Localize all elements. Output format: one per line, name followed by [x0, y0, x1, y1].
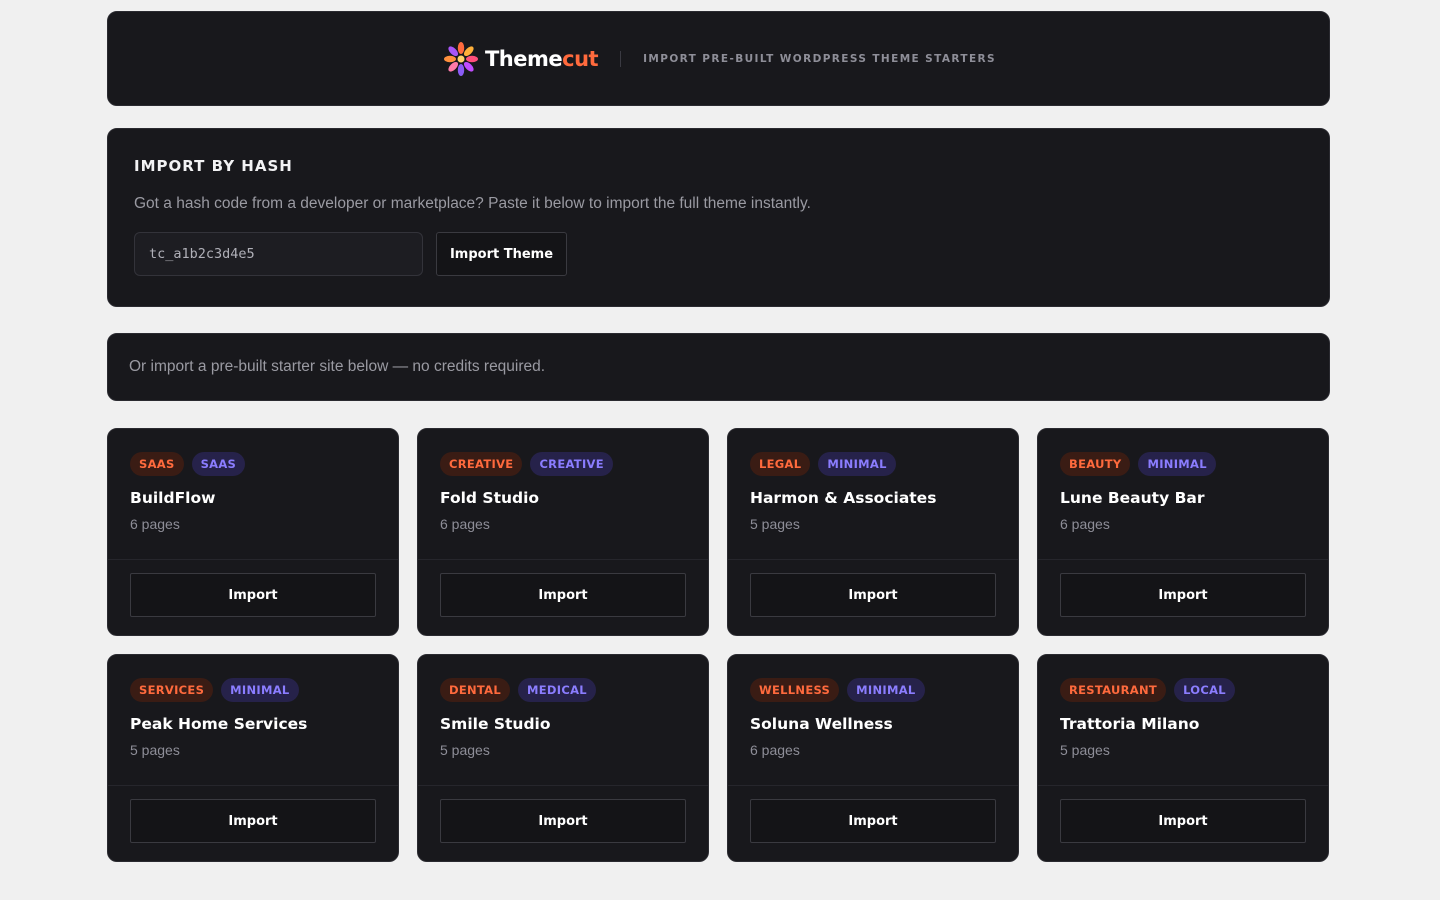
import-starter-button[interactable]: Import	[130, 573, 376, 617]
starter-notice: Or import a pre-built starter site below…	[107, 333, 1330, 401]
style-tag: MINIMAL	[847, 678, 925, 702]
category-tag: CREATIVE	[440, 452, 523, 476]
category-tag: DENTAL	[440, 678, 511, 702]
starter-card: SERVICES MINIMAL Peak Home Services 5 pages…	[107, 654, 399, 862]
style-tag: SAAS	[191, 452, 246, 476]
category-tag: BEAUTY	[1060, 452, 1131, 476]
starter-title: Lune Beauty Bar	[1060, 489, 1205, 507]
starter-title: BuildFlow	[130, 489, 216, 507]
import-theme-button[interactable]: Import Theme	[436, 232, 567, 276]
style-tag: CREATIVE	[530, 452, 613, 476]
import-starter-button[interactable]: Import	[750, 799, 996, 843]
category-tag: LEGAL	[750, 452, 811, 476]
style-tag: MINIMAL	[1138, 452, 1216, 476]
import-starter-button[interactable]: Import	[1060, 573, 1306, 617]
brand-wordmark: Themecut	[484, 46, 599, 71]
starter-title: Harmon & Associates	[750, 489, 937, 507]
import-starter-button[interactable]: Import	[1060, 799, 1306, 843]
starter-card: RESTAURANT LOCAL Trattoria Milano 5 pages Im…	[1037, 654, 1329, 862]
page-count: 5 pages	[750, 516, 800, 532]
category-tag: SERVICES	[130, 678, 214, 702]
starter-card: CREATIVE CREATIVE Fold Studio 6 pages Import	[417, 428, 709, 636]
starter-title: Fold Studio	[440, 489, 540, 507]
starter-card: WELLNESS MINIMAL Soluna Wellness 6 pages Imp…	[727, 654, 1019, 862]
starter-title: Soluna Wellness	[750, 715, 893, 733]
style-tag: MEDICAL	[518, 678, 596, 702]
header-divider	[620, 50, 622, 67]
page-count: 5 pages	[1060, 742, 1110, 758]
category-tag: SAAS	[130, 452, 184, 476]
page-count: 6 pages	[130, 516, 180, 532]
style-tag: MINIMAL	[818, 452, 896, 476]
import-starter-button[interactable]: Import	[440, 799, 686, 843]
starter-card: SAAS SAAS BuildFlow 6 pages Import	[107, 428, 399, 636]
page-count: 6 pages	[750, 742, 800, 758]
section-description: Got a hash code from a developer or mark…	[134, 195, 811, 212]
starter-title: Smile Studio	[440, 715, 551, 733]
style-tag: MINIMAL	[221, 678, 299, 702]
page-count: 6 pages	[440, 516, 490, 532]
section-title: IMPORT BY HASH	[134, 157, 293, 175]
import-starter-button[interactable]: Import	[440, 573, 686, 617]
header-tagline: IMPORT PRE-BUILT WORDPRESS THEME STARTER…	[643, 52, 997, 65]
starter-title: Peak Home Services	[130, 715, 308, 733]
starter-title: Trattoria Milano	[1060, 715, 1200, 733]
category-tag: RESTAURANT	[1060, 678, 1167, 702]
starter-card: BEAUTY MINIMAL Lune Beauty Bar 6 pages Impor…	[1037, 428, 1329, 636]
brand[interactable]: Themecut	[441, 39, 599, 79]
import-starter-button[interactable]: Import	[750, 573, 996, 617]
import-starter-button[interactable]: Import	[130, 799, 376, 843]
import-by-hash-panel: IMPORT BY HASH Got a hash code from a de…	[107, 128, 1330, 307]
page-count: 6 pages	[1060, 516, 1110, 532]
page-count: 5 pages	[440, 742, 490, 758]
hash-input[interactable]	[134, 232, 423, 276]
starter-card: LEGAL MINIMAL Harmon & Associates 5 pages Im…	[727, 428, 1019, 636]
category-tag: WELLNESS	[750, 678, 840, 702]
page-count: 5 pages	[130, 742, 180, 758]
flower-icon	[443, 41, 478, 76]
app-header: Themecut IMPORT PRE-BUILT WORDPRESS THEM…	[107, 11, 1330, 106]
style-tag: LOCAL	[1174, 678, 1235, 702]
starter-card: DENTAL MEDICAL Smile Studio 5 pages Import	[417, 654, 709, 862]
